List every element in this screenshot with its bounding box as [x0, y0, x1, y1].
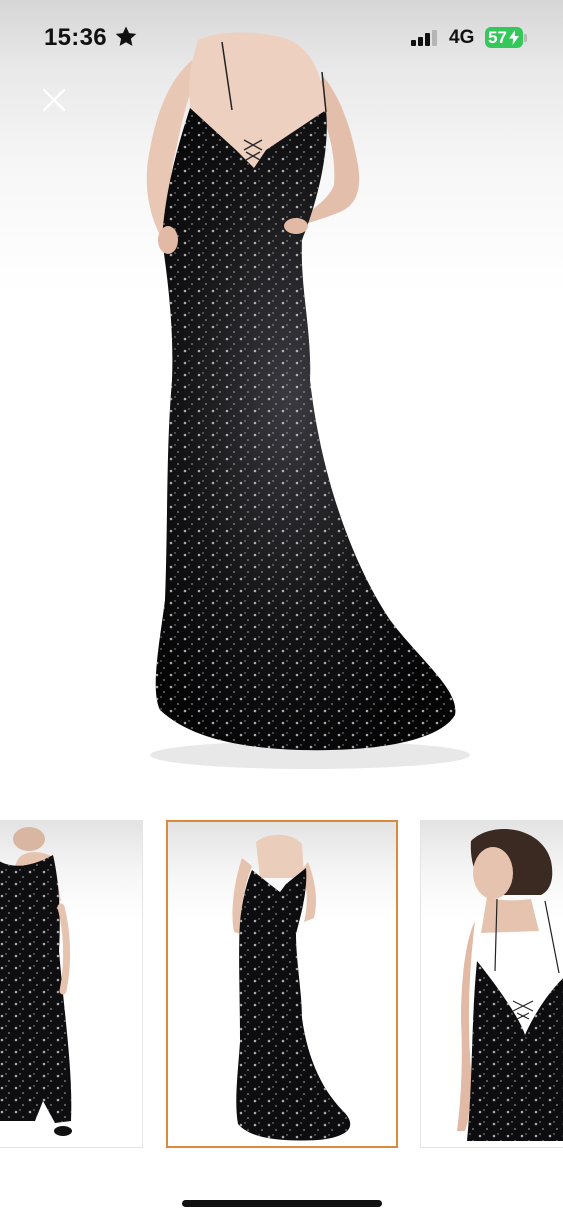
home-indicator[interactable] [182, 1200, 382, 1207]
battery-charging-icon: 57 [485, 27, 523, 48]
status-time: 15:36 [44, 24, 107, 51]
cellular-signal-icon [411, 30, 439, 51]
thumbnail-back-closeup[interactable] [420, 820, 563, 1148]
star-icon [114, 25, 138, 54]
close-icon [42, 88, 66, 112]
thumbnail-front-view[interactable] [0, 820, 143, 1148]
main-product-image[interactable] [0, 0, 563, 775]
dress-front-view-thumbnail [0, 827, 72, 1136]
product-image-viewer: 15:36 4G 57 [0, 0, 563, 1219]
status-bar: 15:36 4G 57 [0, 0, 563, 75]
network-type: 4G [449, 27, 475, 48]
charging-bolt-icon [509, 30, 519, 50]
thumbnail-back-view[interactable] [166, 820, 398, 1148]
close-button[interactable] [36, 82, 72, 118]
battery-percent: 57 [488, 28, 507, 47]
dress-back-closeup-thumbnail [457, 829, 563, 1141]
dress-back-view-illustration [146, 32, 470, 769]
dress-back-view-thumbnail [232, 834, 351, 1141]
battery-cap [524, 34, 527, 42]
